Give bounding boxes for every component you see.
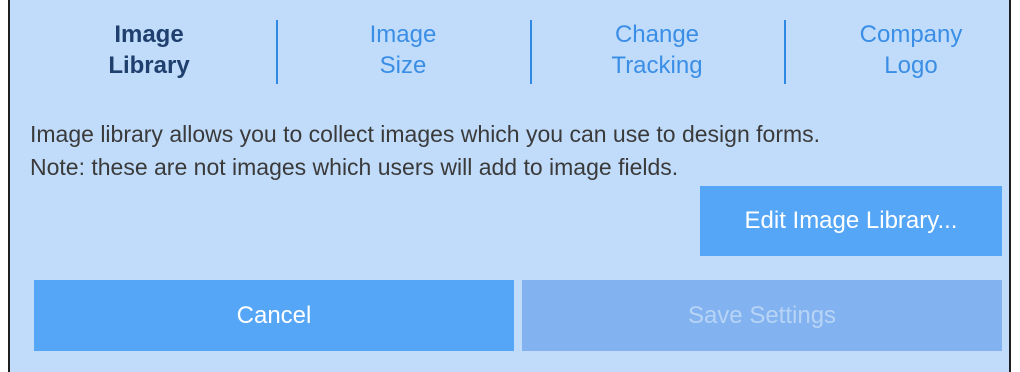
tab-label-line2: Size (379, 52, 427, 79)
tab-company-logo[interactable]: Company Logo (784, 10, 1020, 90)
edit-image-library-button[interactable]: Edit Image Library... (700, 186, 1002, 256)
tab-label-line2: Logo (884, 52, 938, 79)
tab-image-library[interactable]: Image Library (22, 10, 276, 90)
tab-divider (784, 20, 786, 84)
cancel-button[interactable]: Cancel (34, 280, 514, 351)
settings-panel: Image Library Image Size Change Tracking… (8, 0, 1011, 372)
image-library-description: Image library allows you to collect imag… (30, 118, 1020, 184)
tab-label-line1: Company (859, 21, 963, 48)
tab-label-line1: Image (114, 21, 184, 48)
tab-label-line2: Tracking (611, 52, 703, 79)
tab-bar: Image Library Image Size Change Tracking… (22, 10, 1020, 90)
tab-image-size[interactable]: Image Size (276, 10, 530, 90)
save-settings-button[interactable]: Save Settings (522, 280, 1002, 351)
tab-divider (276, 20, 278, 84)
tab-divider (530, 20, 532, 84)
tab-label-line2: Library (108, 52, 190, 79)
tab-label-line1: Change (614, 21, 700, 48)
tab-change-tracking[interactable]: Change Tracking (530, 10, 784, 90)
tab-label-line1: Image (369, 21, 437, 48)
description-line-1: Image library allows you to collect imag… (30, 121, 821, 147)
description-line-2: Note: these are not images which users w… (30, 154, 679, 180)
